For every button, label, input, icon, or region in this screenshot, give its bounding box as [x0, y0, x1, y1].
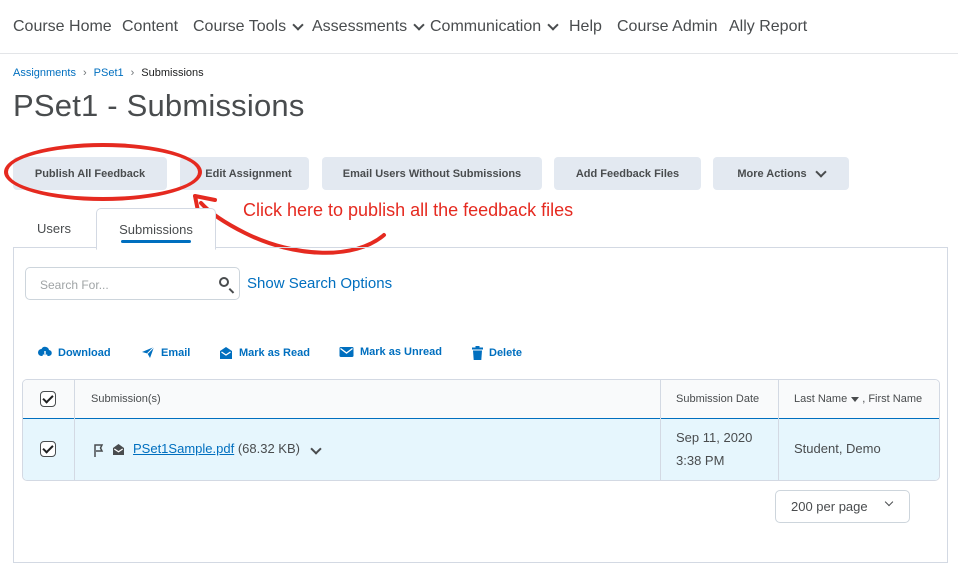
sort-first-name[interactable]: , First Name: [862, 393, 922, 405]
tab-label: Submissions: [119, 221, 193, 237]
chevron-down-icon: [292, 19, 304, 31]
nav-course-tools[interactable]: Course Tools: [193, 18, 304, 36]
action-label: Mark as Unread: [360, 346, 442, 358]
download-action[interactable]: Download: [38, 346, 111, 359]
file-size: (68.32 KB): [237, 441, 300, 456]
action-label: Mark as Read: [239, 347, 310, 359]
email-users-without-submissions-button[interactable]: Email Users Without Submissions: [322, 157, 542, 190]
mark-unread-icon: [339, 347, 354, 357]
nav-ally-report[interactable]: Ally Report: [729, 18, 807, 36]
row-checkbox[interactable]: [40, 441, 56, 457]
flag-icon[interactable]: [94, 444, 104, 457]
read-status-icon: [113, 444, 124, 455]
submissions-table: Submission(s) Submission Date Last Name …: [22, 379, 940, 481]
submission-file-cell: PSet1Sample.pdf (68.32 KB): [133, 441, 300, 456]
mark-as-read-action[interactable]: Mark as Read: [219, 346, 310, 360]
chevron-down-icon: [884, 497, 894, 507]
annotation-text: Click here to publish all the feedback f…: [243, 200, 574, 220]
tab-submissions[interactable]: Submissions: [96, 208, 216, 250]
nav-label: Assessments: [312, 18, 408, 35]
page-title: PSet1 - Submissions: [13, 88, 305, 123]
column-header-submissions[interactable]: Submission(s): [91, 393, 161, 405]
mark-read-icon: [220, 347, 232, 359]
table-header: Submission(s) Submission Date Last Name …: [23, 380, 939, 419]
active-tab-indicator: [121, 240, 191, 243]
nav-assessments[interactable]: Assessments: [312, 18, 425, 36]
chevron-down-icon: [413, 19, 425, 31]
column-divider: [74, 380, 75, 480]
breadcrumb: Assignments › PSet1 › Submissions: [13, 67, 204, 79]
column-header-submission-date[interactable]: Submission Date: [676, 393, 759, 405]
button-label: Edit Assignment: [205, 167, 292, 180]
breadcrumb-separator: ›: [82, 67, 87, 79]
email-action[interactable]: Email: [141, 346, 190, 359]
nav-label: Course Tools: [193, 18, 287, 35]
column-divider: [660, 380, 661, 480]
button-label: Email Users Without Submissions: [342, 167, 522, 180]
submission-file-link[interactable]: PSet1Sample.pdf: [133, 441, 234, 456]
search-icon[interactable]: [219, 277, 229, 287]
action-label: Delete: [489, 347, 523, 359]
chevron-down-icon: [547, 19, 559, 31]
chevron-down-icon: [814, 165, 827, 178]
breadcrumb-assignments[interactable]: Assignments: [13, 67, 76, 79]
send-icon: [142, 346, 155, 358]
submission-date: Sep 11, 2020: [676, 430, 753, 445]
nav-content[interactable]: Content: [122, 18, 178, 36]
per-page-value: 200 per page: [791, 499, 868, 514]
delete-action[interactable]: Delete: [472, 346, 522, 360]
column-divider: [778, 380, 779, 480]
breadcrumb-pset1[interactable]: PSet1: [94, 67, 124, 79]
nav-label: Content: [122, 18, 179, 35]
search-input[interactable]: [38, 268, 212, 301]
add-feedback-files-button[interactable]: Add Feedback Files: [554, 157, 701, 190]
mark-as-unread-action[interactable]: Mark as Unread: [339, 346, 442, 358]
tab-label: Users: [37, 220, 71, 236]
nav-label: Help: [569, 18, 602, 35]
nav-label: Communication: [430, 18, 542, 35]
breadcrumb-current: Submissions: [141, 67, 204, 79]
show-search-options-link[interactable]: Show Search Options: [247, 275, 392, 292]
sort-last-name[interactable]: Last Name: [794, 393, 847, 405]
student-name: Student, Demo: [794, 441, 881, 456]
tab-users[interactable]: Users: [22, 208, 86, 248]
submission-time: 3:38 PM: [676, 453, 725, 468]
nav-label: Course Home: [13, 18, 112, 35]
action-label: Download: [58, 346, 111, 359]
download-icon: [38, 346, 52, 358]
nav-communication[interactable]: Communication: [430, 18, 559, 36]
select-all-checkbox[interactable]: [40, 391, 56, 407]
course-navbar: Course Home Content Course Tools Assessm…: [0, 0, 958, 54]
more-actions-button[interactable]: More Actions: [713, 157, 849, 190]
breadcrumb-separator: ›: [130, 67, 135, 79]
annotation-circle: [4, 143, 202, 201]
nav-label: Ally Report: [729, 18, 808, 35]
column-header-name: Last Name , First Name: [794, 393, 922, 405]
action-label: Email: [161, 346, 191, 359]
nav-course-home[interactable]: Course Home: [13, 18, 112, 36]
file-menu-chevron-icon[interactable]: [310, 443, 322, 455]
nav-label: Course Admin: [617, 18, 718, 35]
button-label: Add Feedback Files: [575, 167, 680, 180]
sort-descending-icon: [851, 396, 860, 402]
per-page-select[interactable]: 200 per page: [775, 490, 910, 523]
table-row: PSet1Sample.pdf (68.32 KB) Sep 11, 2020 …: [23, 418, 939, 480]
search-box: [25, 267, 240, 301]
trash-icon: [472, 346, 483, 360]
nav-help[interactable]: Help: [569, 18, 602, 36]
button-label: More Actions: [737, 167, 807, 180]
nav-course-admin[interactable]: Course Admin: [617, 18, 718, 36]
